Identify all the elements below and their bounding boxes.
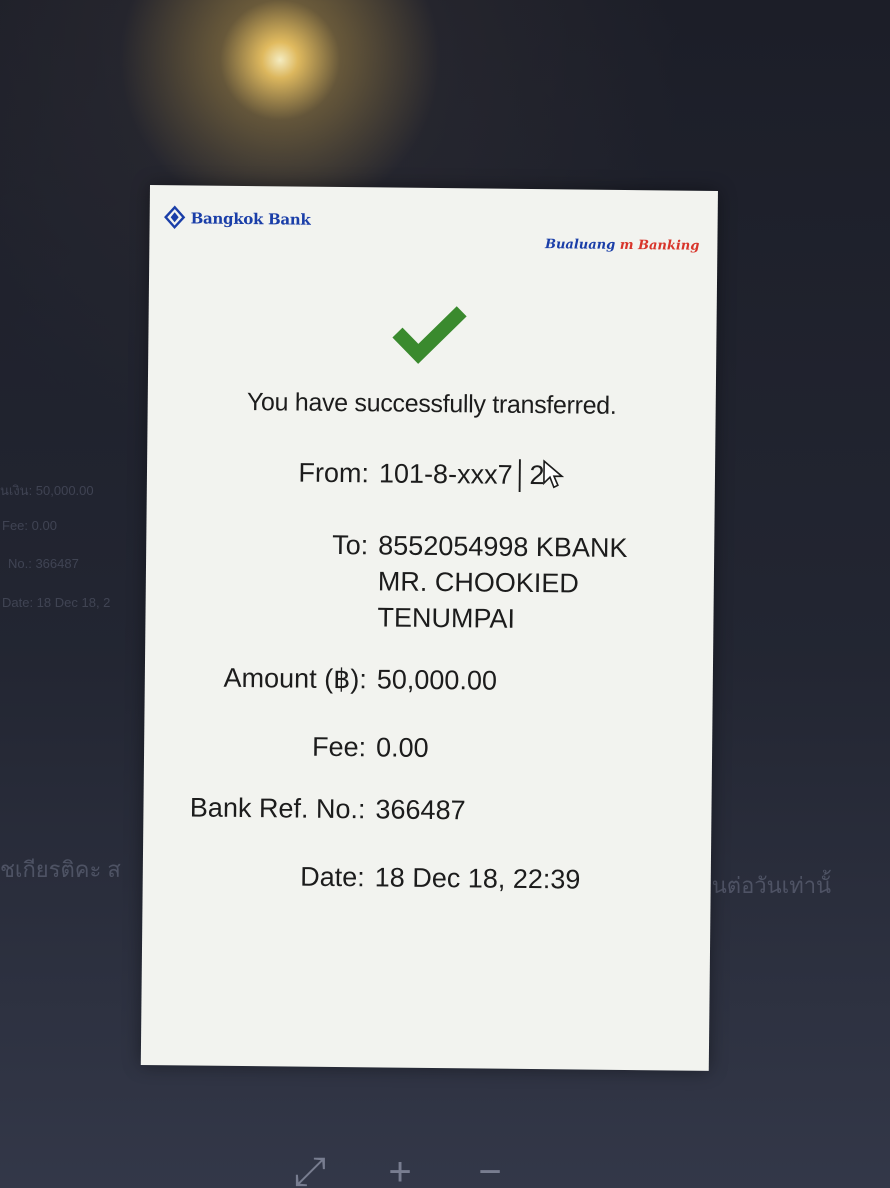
from-value: 101-8-xxx7│2 [378,458,545,491]
bank-name: Bangkok Bank [190,209,311,229]
amount-row: Amount (฿): 50,000.00 [145,659,713,696]
transfer-receipt: Bangkok Bank Bualuang m Banking You have… [140,185,718,1071]
bg-ghost-ref: No.: 366487 [8,556,79,571]
ref-label: Bank Ref. No.: [189,792,366,825]
bangkok-bank-logo: Bangkok Bank [164,205,311,233]
to-account: 8552054998 KBANK [378,530,628,564]
app-name-left: Bualuang [544,237,616,253]
bg-ghost-amount: นเงิน: 50,000.00 [0,483,94,498]
zoom-controls: ⤢ + − [290,1150,510,1188]
to-row: To: 8552054998 KBANK MR. CHOOKIED TENUMP… [146,525,714,634]
ref-value: 366487 [375,794,466,826]
bg-ghost-fee: Fee: 0.00 [2,518,57,533]
success-message: You have successfully transferred. [246,388,617,420]
app-name-m: m [619,237,634,254]
date-row: Date: 18 Dec 18, 22:39 [143,857,711,895]
from-row: From: 101-8-xxx7│2 [147,453,715,491]
fee-label: Fee: [311,731,367,763]
date-value: 18 Dec 18, 22:39 [374,862,581,895]
to-name-line2: TENUMPAI [377,602,516,634]
bg-ghost-thai-left: ชเกียรติคะ ส [0,857,121,882]
checkmark-icon [392,306,467,364]
from-label: From: [298,457,370,489]
to-value: 8552054998 KBANK MR. CHOOKIED TENUMPAI [377,527,627,638]
fee-row: Fee: 0.00 [144,727,712,763]
bg-ghost-date: Date: 18 Dec 18, 2 [2,595,111,610]
mbanking-logo: Bualuang m Banking [545,237,700,254]
app-name-right: Banking [637,238,700,254]
ref-row: Bank Ref. No.: 366487 [144,789,712,825]
zoom-fit-button[interactable]: ⤢ [290,1150,330,1188]
date-label: Date: [300,861,365,893]
amount-value: 50,000.00 [376,664,498,696]
mouse-cursor-icon [543,459,565,489]
bangkok-bank-lotus-icon [164,205,186,230]
fee-value: 0.00 [375,732,429,763]
zoom-in-button[interactable]: + [380,1150,420,1188]
amount-label: Amount (฿): [223,662,367,695]
to-label: To: [332,529,369,561]
zoom-out-button[interactable]: − [470,1150,510,1188]
to-name-line1: MR. CHOOKIED [377,566,580,599]
